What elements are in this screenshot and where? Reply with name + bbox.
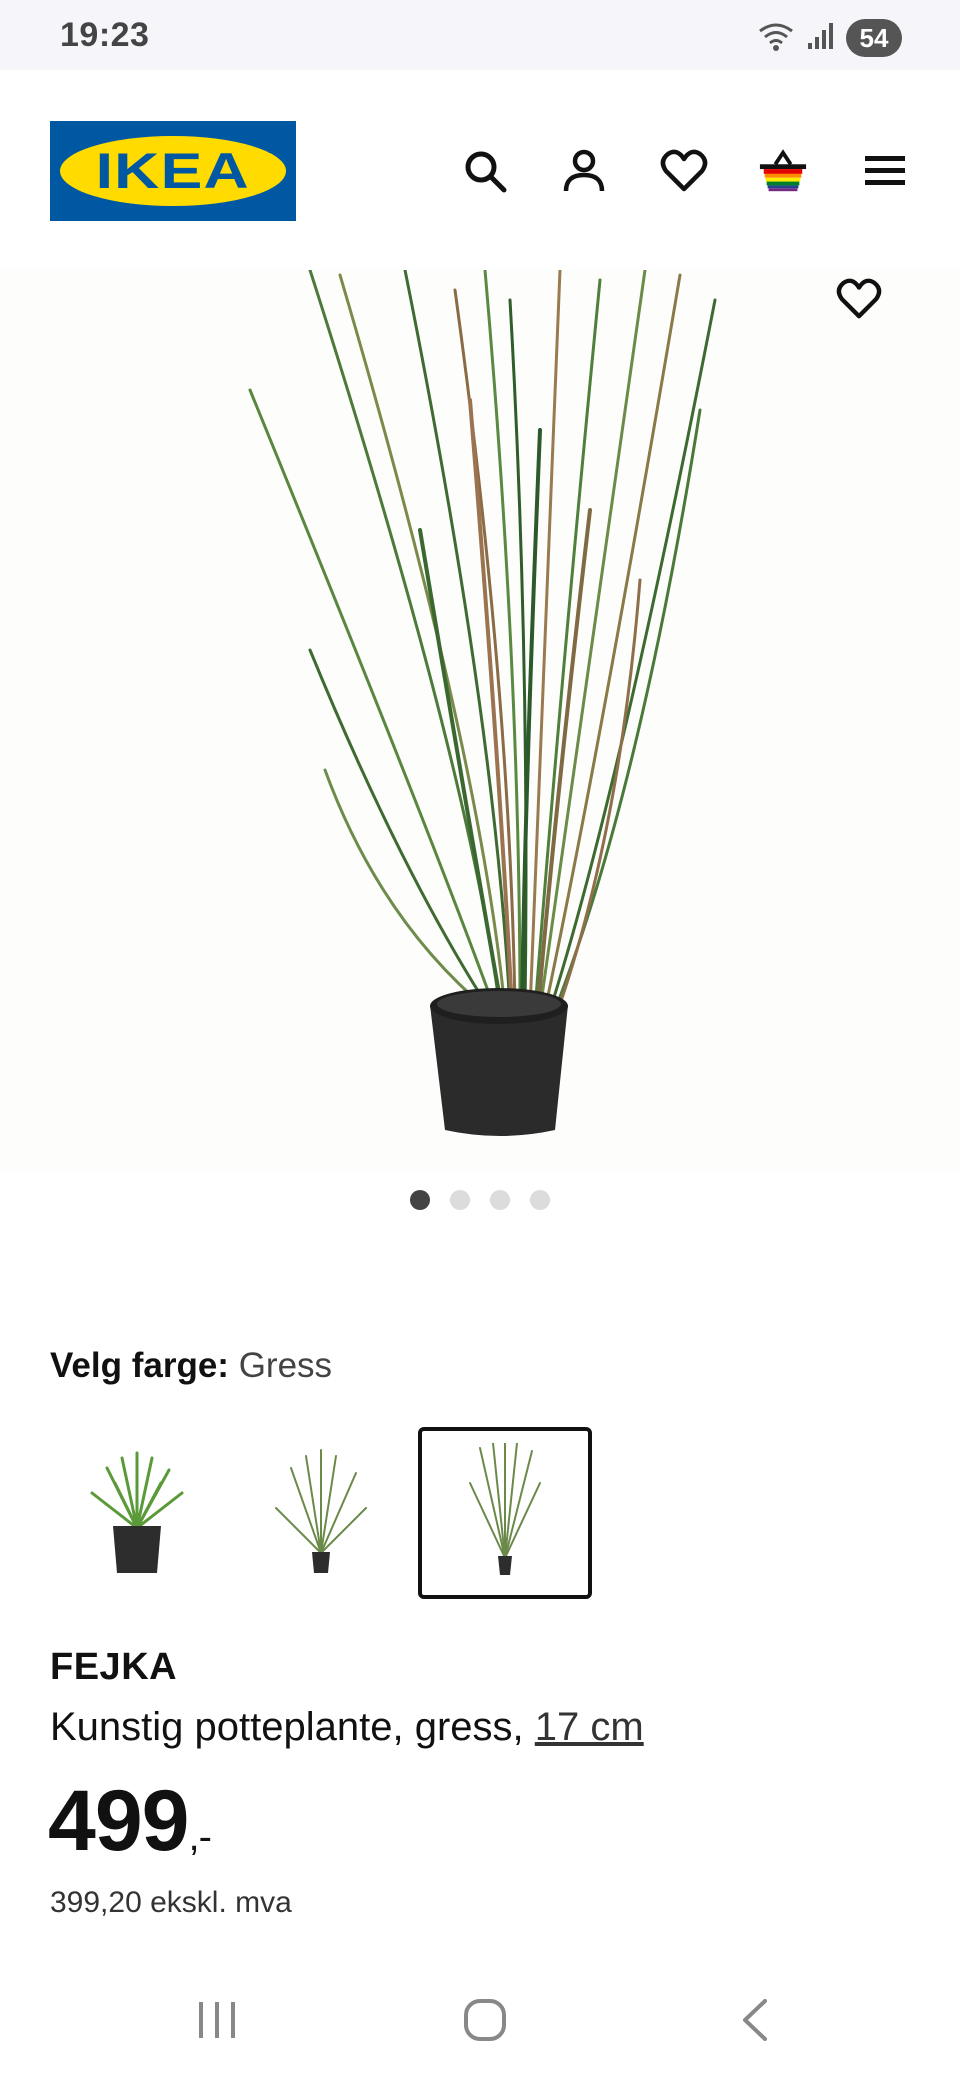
battery-icon: 54 — [846, 19, 902, 57]
swatch-thumbnail — [90, 1451, 184, 1573]
product-image — [248, 268, 717, 1136]
product-price: 499,- — [48, 1772, 212, 1871]
status-time: 19:23 — [60, 16, 150, 54]
swatch-thumbnail — [469, 1443, 541, 1575]
gallery-dot[interactable] — [410, 1190, 430, 1210]
menu-icon[interactable] — [860, 146, 910, 196]
color-selector-label: Velg farge: Gress — [50, 1346, 332, 1386]
product-description: Kunstig potteplante, gress, 17 cm — [50, 1705, 644, 1750]
system-navigation-bar — [0, 1960, 960, 2080]
home-icon[interactable] — [450, 1988, 520, 2052]
gallery-dot[interactable] — [530, 1190, 550, 1210]
logo-oval: IKEA — [60, 136, 286, 206]
product-name: FEJKA — [50, 1646, 178, 1688]
product-image-gallery[interactable] — [0, 268, 960, 1170]
registered-mark: ® — [266, 145, 274, 156]
signal-icon — [806, 21, 836, 56]
swatch-option-2[interactable] — [234, 1427, 408, 1599]
price-suffix: ,- — [188, 1815, 212, 1859]
recent-apps-icon[interactable] — [182, 1988, 252, 2052]
gallery-dot[interactable] — [490, 1190, 510, 1210]
back-icon[interactable] — [720, 1988, 790, 2052]
color-label-key: Velg farge: — [50, 1346, 229, 1385]
swatch-option-3-selected[interactable] — [418, 1427, 592, 1599]
gallery-pagination — [0, 1190, 960, 1210]
status-icons: 54 — [756, 18, 902, 58]
search-icon[interactable] — [460, 146, 510, 196]
status-bar: 19:23 54 — [0, 0, 960, 70]
gallery-dot[interactable] — [450, 1190, 470, 1210]
color-label-value: Gress — [238, 1346, 333, 1385]
heart-icon[interactable] — [659, 146, 709, 196]
size-link[interactable]: 17 cm — [535, 1705, 644, 1749]
site-header: IKEA ® — [0, 70, 960, 270]
price-value: 499 — [48, 1773, 189, 1869]
price-ex-vat: 399,20 ekskl. mva — [50, 1886, 292, 1919]
wifi-icon — [756, 19, 796, 58]
swatch-thumbnail — [275, 1449, 367, 1573]
account-icon[interactable] — [559, 146, 609, 196]
swatch-option-1[interactable] — [50, 1427, 224, 1599]
color-swatches — [50, 1427, 602, 1599]
product-description-text: Kunstig potteplante, gress, — [50, 1705, 524, 1749]
basket-icon[interactable] — [758, 146, 808, 196]
logo-text: IKEA — [95, 143, 251, 199]
ikea-logo[interactable]: IKEA ® — [50, 121, 296, 221]
favorite-heart-icon[interactable] — [836, 278, 886, 328]
